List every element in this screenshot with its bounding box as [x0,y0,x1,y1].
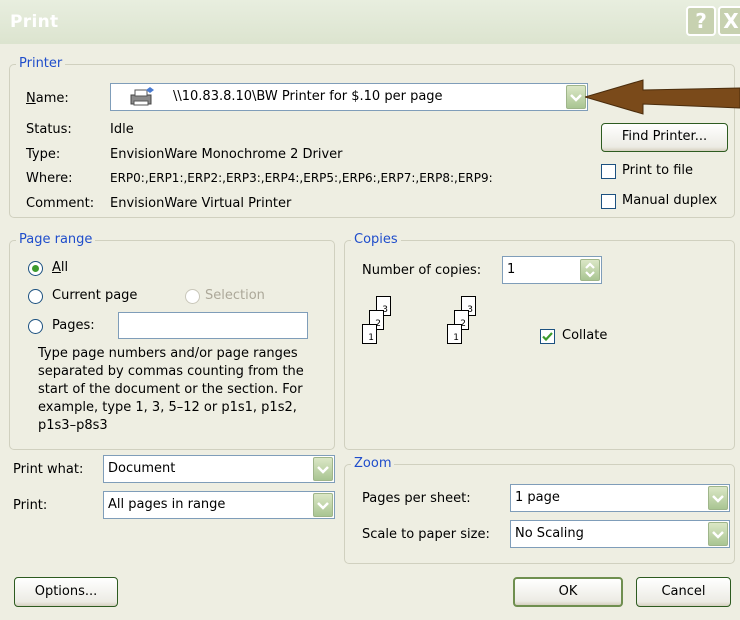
number-of-copies-label: Number of copies: [362,263,482,278]
where-value: ERP0:,ERP1:,ERP2:,ERP3:,ERP4:,ERP5:,ERP6… [110,171,493,185]
pages-label[interactable]: Pages: [52,318,95,333]
selection-radio [185,289,200,304]
print-dropdown-button[interactable] [313,493,333,517]
window-title: Print [10,12,59,32]
collate-illustration-2: 3 2 1 [447,296,497,346]
all-label[interactable]: All [52,260,68,275]
print-what-select[interactable]: Document [103,455,335,483]
status-value: Idle [110,122,134,137]
selection-label: Selection [205,288,265,303]
arrow-annotation [585,79,740,115]
printer-name-label: Name: [26,91,69,106]
copies-stepper[interactable] [580,259,600,281]
scale-value: No Scaling [515,526,584,541]
scale-label: Scale to paper size: [362,527,490,542]
copies-value: 1 [507,262,516,277]
pages-input[interactable] [118,312,308,339]
collate-label[interactable]: Collate [562,328,607,343]
print-what-value: Document [108,461,176,476]
current-page-radio[interactable] [28,289,43,304]
current-page-label[interactable]: Current page [52,288,137,303]
scale-dropdown-button[interactable] [708,522,728,546]
type-label: Type: [26,147,61,162]
pages-per-sheet-label: Pages per sheet: [362,491,471,506]
chevron-down-icon [317,502,329,510]
manual-duplex-checkbox[interactable] [601,194,616,209]
pages-per-sheet-dropdown-button[interactable] [708,486,728,510]
dialog-body: Printer Name: \\10.83.8.10\BW Printer fo… [0,44,740,620]
print-to-file-label[interactable]: Print to file [622,163,693,178]
printer-name-value: \\10.83.8.10\BW Printer for $.10 per pag… [173,89,443,104]
chevron-down-icon [712,531,724,539]
options-button[interactable]: Options... [14,577,118,607]
manual-duplex-label[interactable]: Manual duplex [622,193,717,208]
copies-group-label: Copies [351,232,401,247]
close-button[interactable]: X [718,6,740,36]
chevron-down-icon [570,94,582,102]
all-radio[interactable] [28,261,43,276]
zoom-group: Zoom [344,456,735,564]
print-to-file-checkbox[interactable] [601,164,616,179]
collate-illustration-1: 3 2 1 [362,296,412,346]
printer-group-label: Printer [16,56,66,71]
stepper-arrows-icon [585,262,595,278]
comment-value: EnvisionWare Virtual Printer [110,196,292,211]
collate-checkbox[interactable] [540,329,555,344]
page-range-help-text: Type page numbers and/or page ranges sep… [38,346,304,433]
printer-dropdown-button[interactable] [566,85,586,109]
page-range-group-label: Page range [16,232,96,247]
zoom-group-label: Zoom [351,456,395,471]
help-button[interactable]: ? [686,6,716,36]
find-printer-button[interactable]: Find Printer... [601,123,728,152]
chevron-down-icon [317,466,329,474]
pages-radio[interactable] [28,319,43,334]
scale-select[interactable]: No Scaling [510,520,730,548]
print-what-dropdown-button[interactable] [313,457,333,481]
print-select[interactable]: All pages in range [103,491,335,519]
print-value: All pages in range [108,497,226,512]
comment-label: Comment: [26,196,95,211]
print-what-label: Print what: [13,462,84,477]
printer-name-select[interactable]: \\10.83.8.10\BW Printer for $.10 per pag… [110,83,588,111]
pages-per-sheet-select[interactable]: 1 page [510,484,730,512]
chevron-down-icon [712,495,724,503]
print-label: Print: [13,498,48,513]
ok-button[interactable]: OK [513,577,623,607]
where-label: Where: [26,171,73,186]
checkmark-icon [542,332,553,342]
status-label: Status: [26,122,72,137]
title-bar: Print ? X [0,0,740,44]
printer-icon [129,87,155,111]
pages-per-sheet-value: 1 page [515,490,560,505]
copies-spinner[interactable]: 1 [502,256,602,284]
cancel-button[interactable]: Cancel [636,577,731,607]
type-value: EnvisionWare Monochrome 2 Driver [110,147,343,162]
